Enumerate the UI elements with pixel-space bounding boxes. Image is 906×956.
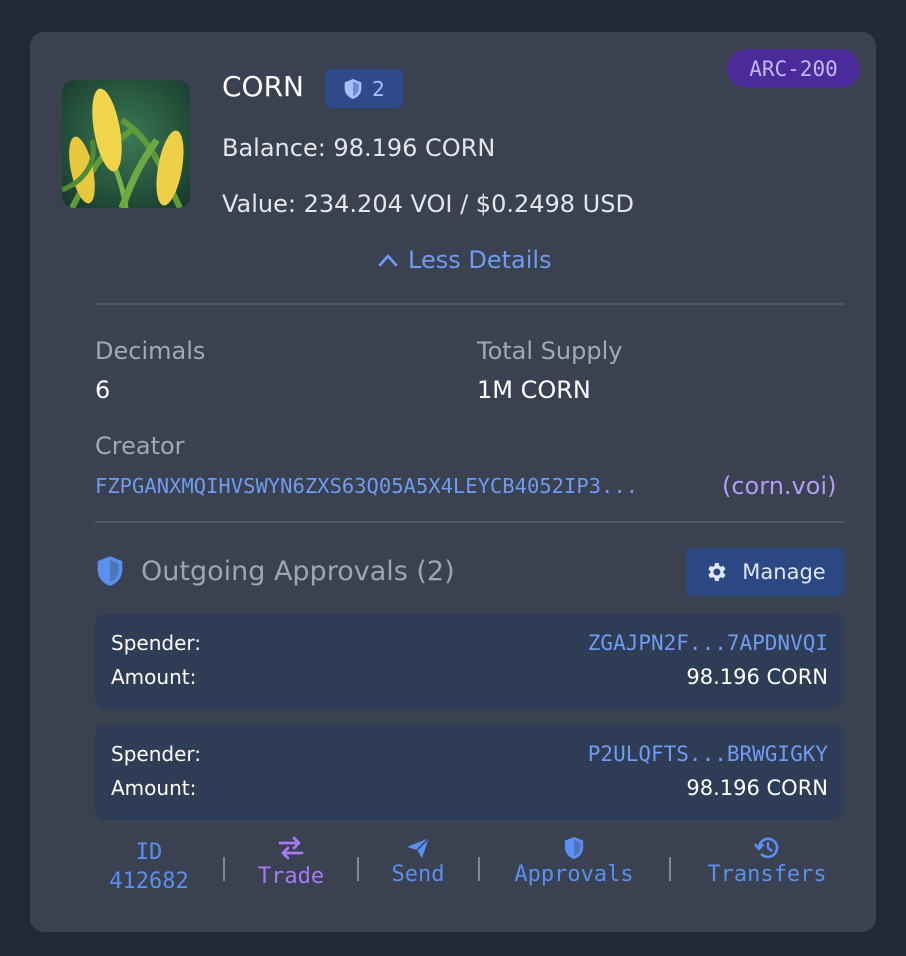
decimals-value: 6 bbox=[95, 376, 111, 404]
approvals-button[interactable]: Approvals bbox=[506, 836, 642, 887]
send-button[interactable]: Send bbox=[383, 836, 453, 887]
creator-address-link[interactable]: FZPGANXMQIHVSWYN6ZXS63Q05A5X4LEYCB4052IP… bbox=[95, 474, 707, 498]
token-balance: Balance: 98.196 CORN bbox=[222, 134, 496, 162]
footer-separator bbox=[669, 857, 671, 881]
approval-amount: 98.196 CORN bbox=[686, 665, 828, 689]
spender-label: Spender: bbox=[111, 631, 201, 655]
total-supply-label: Total Supply bbox=[477, 337, 623, 365]
token-standard-badge: ARC-200 bbox=[727, 49, 860, 88]
creator-name-link[interactable]: (corn.voi) bbox=[722, 472, 836, 500]
manage-label: Manage bbox=[742, 560, 826, 584]
token-id-value: 412682 bbox=[109, 869, 189, 894]
token-name: CORN bbox=[222, 70, 304, 103]
transfers-label: Transfers bbox=[707, 862, 827, 887]
history-icon bbox=[754, 837, 779, 859]
chevron-up-icon bbox=[378, 254, 398, 267]
approval-item: Spender: Amount: P2ULQFTS...BRWGIGKY 98.… bbox=[95, 725, 844, 820]
decimals-label: Decimals bbox=[95, 337, 206, 365]
total-supply-value: 1M CORN bbox=[477, 376, 591, 404]
spender-address-link[interactable]: ZGAJPN2F...7APDNVQI bbox=[588, 631, 828, 655]
spender-address-link[interactable]: P2ULQFTS...BRWGIGKY bbox=[588, 742, 828, 766]
token-value: Value: 234.204 VOI / $0.2498 USD bbox=[222, 190, 634, 218]
footer-separator bbox=[357, 857, 359, 881]
swap-arrows-icon bbox=[278, 836, 304, 860]
approval-amount: 98.196 CORN bbox=[686, 776, 828, 800]
transfers-button[interactable]: Transfers bbox=[698, 836, 836, 887]
approval-count-badge[interactable]: 2 bbox=[325, 69, 403, 108]
approval-item: Spender: Amount: ZGAJPN2F...7APDNVQI 98.… bbox=[95, 614, 844, 709]
less-details-label: Less Details bbox=[408, 246, 552, 274]
token-id-link[interactable]: ID 412682 bbox=[102, 839, 196, 897]
less-details-toggle[interactable]: Less Details bbox=[378, 246, 552, 274]
trade-button[interactable]: Trade bbox=[248, 836, 334, 889]
footer-separator bbox=[223, 857, 225, 881]
send-label: Send bbox=[391, 862, 445, 887]
trade-label: Trade bbox=[257, 864, 325, 889]
outgoing-approvals-title: Outgoing Approvals (2) bbox=[141, 555, 455, 587]
paper-plane-icon bbox=[407, 837, 430, 858]
shield-icon bbox=[97, 556, 123, 586]
spender-label: Spender: bbox=[111, 742, 201, 766]
amount-label: Amount: bbox=[111, 665, 197, 689]
divider bbox=[95, 521, 844, 523]
gear-icon bbox=[708, 563, 726, 581]
token-id-label: ID bbox=[135, 840, 163, 865]
manage-approvals-button[interactable]: Manage bbox=[686, 548, 844, 596]
creator-label: Creator bbox=[95, 432, 185, 460]
amount-label: Amount: bbox=[111, 776, 197, 800]
approvals-label: Approvals bbox=[514, 862, 634, 887]
shield-icon bbox=[344, 78, 362, 99]
footer-separator bbox=[478, 857, 480, 881]
token-logo bbox=[62, 80, 190, 208]
approval-count: 2 bbox=[372, 76, 385, 101]
outgoing-approvals-header: Outgoing Approvals (2) bbox=[95, 555, 455, 587]
divider bbox=[95, 303, 844, 305]
shield-icon bbox=[564, 837, 584, 859]
